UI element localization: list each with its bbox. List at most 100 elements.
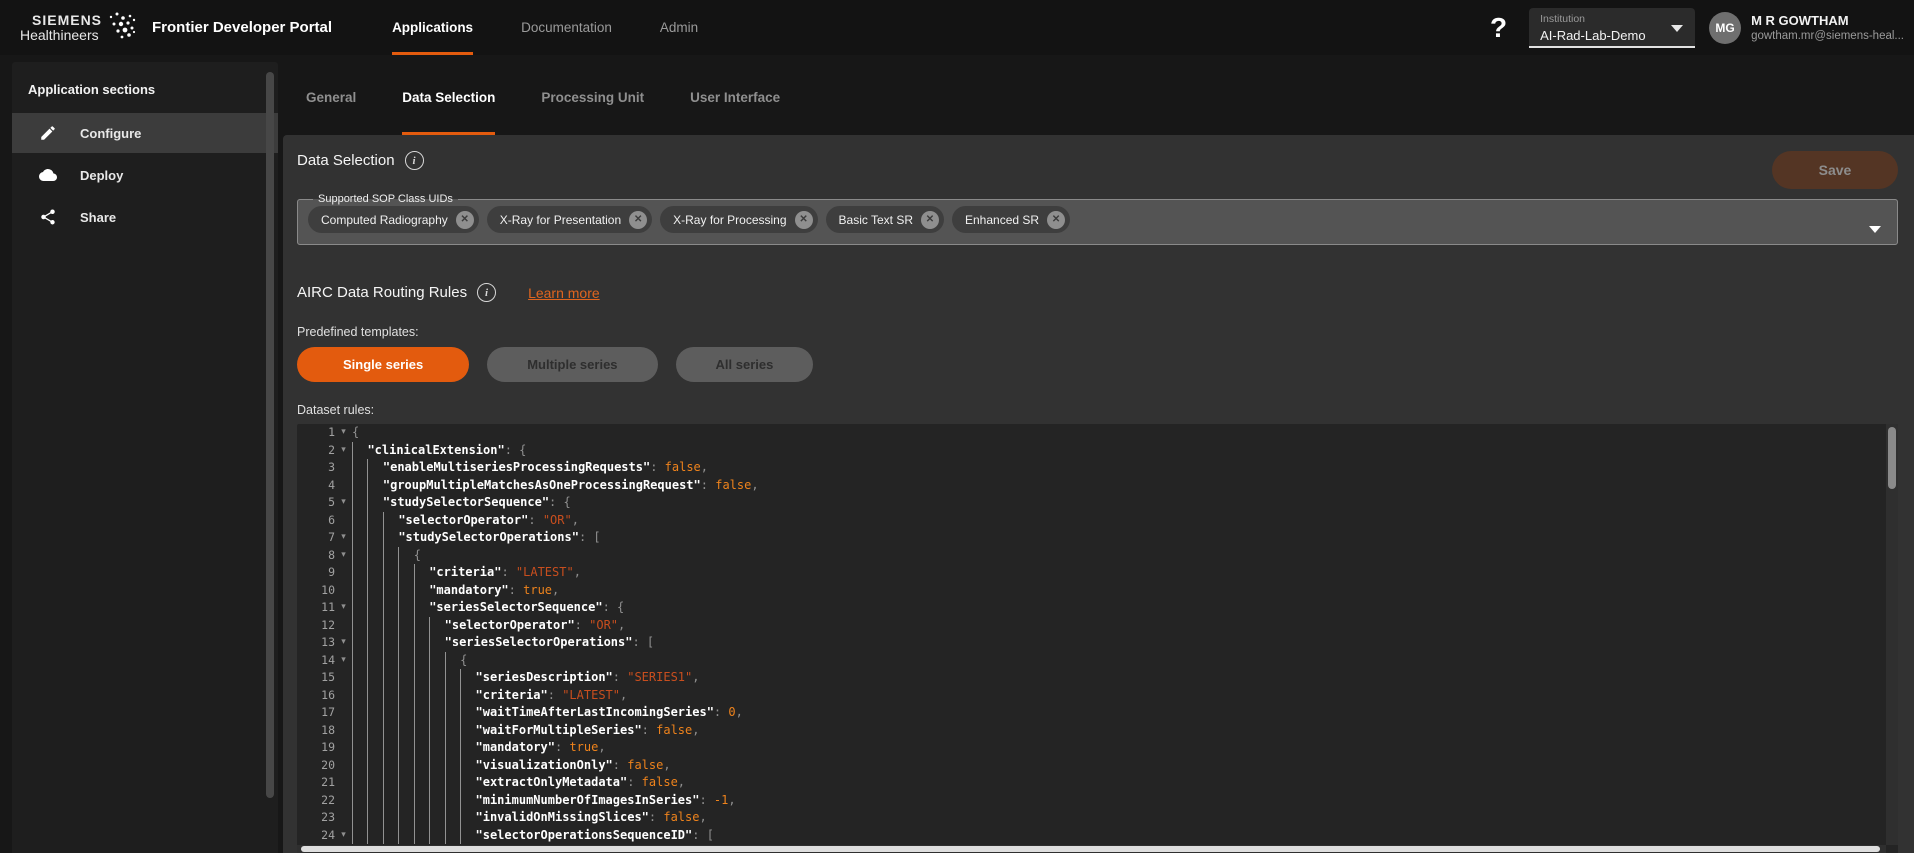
indent-guide [445, 827, 460, 845]
tab-general[interactable]: General [306, 62, 356, 135]
fold-arrow-icon[interactable]: ▾ [335, 529, 352, 547]
indent-guide [367, 599, 382, 617]
tab-data-selection[interactable]: Data Selection [402, 62, 495, 135]
indent-guide [367, 739, 382, 757]
indent-guide [352, 582, 367, 600]
indent-guide [383, 617, 398, 635]
institution-value: AI-Rad-Lab-Demo [1540, 28, 1669, 43]
line-number: 7 [297, 529, 335, 547]
line-number: 1 [297, 424, 335, 442]
sop-chip: Enhanced SR ✕ [952, 206, 1070, 233]
fold-arrow-icon[interactable]: ▾ [335, 634, 352, 652]
indent-guide [352, 704, 367, 722]
save-button[interactable]: Save [1772, 151, 1898, 189]
cloud-icon [38, 165, 58, 185]
editor-horizontal-scrollbar[interactable] [297, 845, 1886, 853]
fold-spacer [335, 722, 352, 740]
fold-arrow-icon[interactable]: ▾ [335, 442, 352, 460]
remove-chip-button[interactable]: ✕ [795, 211, 813, 229]
indent-guide [352, 669, 367, 687]
info-icon[interactable]: i [405, 151, 424, 170]
fold-arrow-icon[interactable]: ▾ [335, 652, 352, 670]
nav-item-applications[interactable]: Applications [392, 0, 473, 55]
sop-class-uids-field[interactable]: Supported SOP Class UIDs Computed Radiog… [297, 193, 1898, 245]
predefined-templates-label: Predefined templates: [297, 325, 419, 339]
nav-item-admin[interactable]: Admin [660, 0, 698, 55]
remove-chip-button[interactable]: ✕ [456, 211, 474, 229]
indent-guide [367, 722, 382, 740]
indent-guide [398, 827, 413, 845]
indent-guide [352, 599, 367, 617]
line-number: 24 [297, 827, 335, 845]
remove-chip-button[interactable]: ✕ [1047, 211, 1065, 229]
chevron-down-icon[interactable] [1869, 226, 1881, 233]
indent-guide [460, 792, 475, 810]
fold-arrow-icon[interactable]: ▾ [335, 547, 352, 565]
indent-guide [445, 669, 460, 687]
indent-guide [367, 512, 382, 530]
line-number: 22 [297, 792, 335, 810]
editor-vertical-scrollbar[interactable] [1886, 424, 1898, 845]
fold-spacer [335, 704, 352, 722]
learn-more-link[interactable]: Learn more [528, 285, 600, 301]
indent-guide [352, 687, 367, 705]
fold-arrow-icon[interactable]: ▾ [335, 424, 352, 442]
indent-guide [352, 547, 367, 565]
code-line: 11▾"seriesSelectorSequence": { [297, 599, 1898, 617]
page-title: Frontier Developer Portal [152, 19, 332, 36]
nav-item-documentation[interactable]: Documentation [521, 0, 612, 55]
indent-guide [460, 687, 475, 705]
code-editor[interactable]: 1▾{2▾"clinicalExtension": {3"enableMulti… [297, 424, 1898, 853]
indent-guide [352, 827, 367, 845]
indent-guide [367, 827, 382, 845]
indent-guide [367, 477, 382, 495]
fold-arrow-icon[interactable]: ▾ [335, 599, 352, 617]
template-button-multiple-series[interactable]: Multiple series [487, 347, 657, 382]
indent-guide [398, 722, 413, 740]
code-text: "clinicalExtension": { [352, 442, 1898, 460]
pencil-icon [38, 123, 58, 143]
code-text: "mandatory": true, [352, 582, 1898, 600]
sidebar-title: Application sections [12, 62, 278, 111]
sop-chip-label: Enhanced SR [965, 213, 1039, 227]
template-button-single-series[interactable]: Single series [297, 347, 469, 382]
institution-select[interactable]: Institution AI-Rad-Lab-Demo [1529, 8, 1695, 48]
remove-chip-button[interactable]: ✕ [629, 211, 647, 229]
indent-guide [367, 582, 382, 600]
code-line: 24▾"selectorOperationsSequenceID": [ [297, 827, 1898, 845]
fold-arrow-icon[interactable]: ▾ [335, 494, 352, 512]
indent-guide [367, 459, 382, 477]
sidebar-items: ConfigureDeployShare [12, 113, 278, 237]
line-number: 2 [297, 442, 335, 460]
indent-guide [398, 774, 413, 792]
sop-chip-label: X-Ray for Processing [673, 213, 786, 227]
indent-guide [367, 494, 382, 512]
template-button-all-series[interactable]: All series [676, 347, 814, 382]
indent-guide [383, 669, 398, 687]
tab-user-interface[interactable]: User Interface [690, 62, 780, 135]
sidebar-item-share[interactable]: Share [12, 197, 278, 237]
code-line: 6"selectorOperator": "OR", [297, 512, 1898, 530]
tab-processing-unit[interactable]: Processing Unit [541, 62, 644, 135]
sop-chip: X-Ray for Processing ✕ [660, 206, 817, 233]
code-text: "seriesSelectorOperations": [ [352, 634, 1898, 652]
sidebar-scrollbar[interactable] [266, 72, 274, 798]
info-icon[interactable]: i [477, 283, 496, 302]
indent-guide [429, 809, 444, 827]
fold-spacer [335, 617, 352, 635]
indent-guide [383, 722, 398, 740]
indent-guide [460, 669, 475, 687]
sidebar-item-deploy[interactable]: Deploy [12, 155, 278, 195]
code-text: "enableMultiseriesProcessingRequests": f… [352, 459, 1898, 477]
remove-chip-button[interactable]: ✕ [921, 211, 939, 229]
fold-arrow-icon[interactable]: ▾ [335, 827, 352, 845]
indent-guide [352, 477, 367, 495]
avatar[interactable]: MG [1709, 12, 1741, 44]
indent-guide [398, 792, 413, 810]
code-line: 10"mandatory": true, [297, 582, 1898, 600]
indent-guide [352, 774, 367, 792]
indent-guide [383, 564, 398, 582]
code-text: "invalidOnMissingSlices": false, [352, 809, 1898, 827]
sidebar-item-configure[interactable]: Configure [12, 113, 278, 153]
help-icon[interactable]: ? [1490, 12, 1507, 44]
